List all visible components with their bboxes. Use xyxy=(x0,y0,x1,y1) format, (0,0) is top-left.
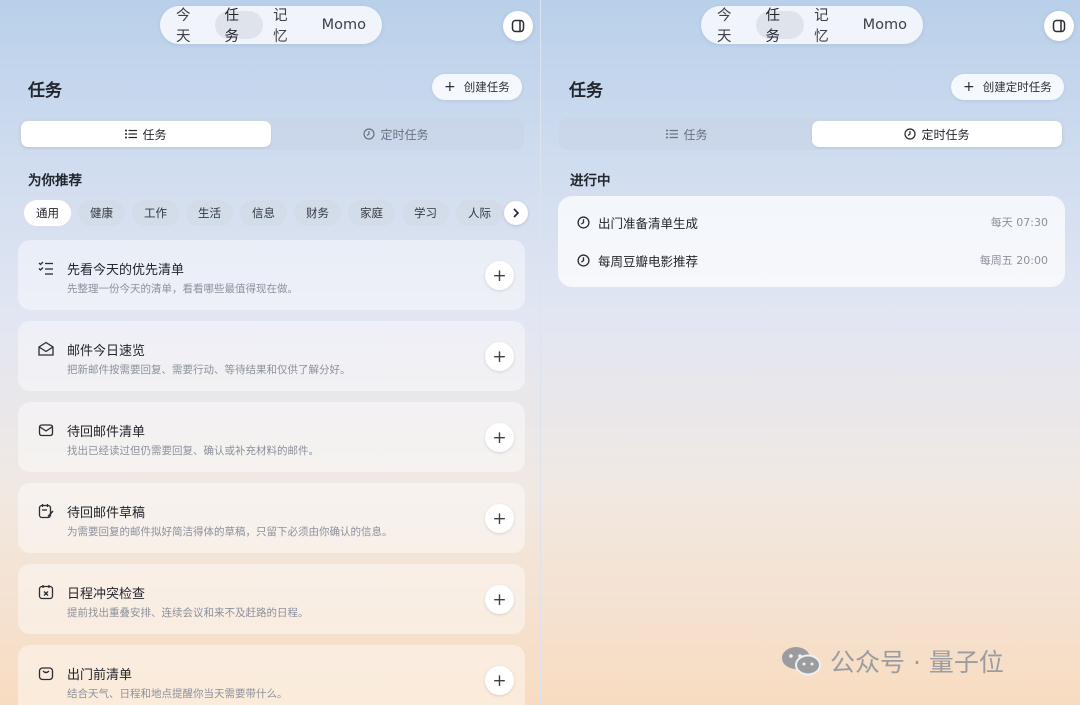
chip-social[interactable]: 人际 xyxy=(456,200,503,226)
recommend-card[interactable]: 日程冲突检查 提前找出重叠安排、连续会议和来不及赶路的日程。 + xyxy=(18,564,525,634)
nav-tab-momo[interactable]: Momo xyxy=(853,11,917,39)
chip-health[interactable]: 健康 xyxy=(78,200,125,226)
nav-tab-memory[interactable]: 记忆 xyxy=(804,8,853,45)
sidebar-toggle-icon xyxy=(511,19,525,33)
chip-info[interactable]: 信息 xyxy=(240,200,287,226)
segment-scheduled-label: 定时任务 xyxy=(921,127,970,142)
running-task-schedule: 每天 07:30 xyxy=(990,216,1048,229)
category-chips: 通用 健康 工作 生活 信息 财务 家庭 学习 人际 xyxy=(24,200,504,226)
task-type-segment: 任务 定时任务 xyxy=(559,118,1065,150)
create-task-button[interactable]: + 创建任务 xyxy=(432,74,522,100)
card-title: 日程冲突检查 xyxy=(67,587,146,602)
card-description: 找出已经读过但仍需要回复、确认或补充材料的邮件。 xyxy=(67,445,319,457)
running-task-schedule: 每周五 20:00 xyxy=(979,254,1048,267)
card-title: 邮件今日速览 xyxy=(67,344,146,359)
recommend-card[interactable]: 待回邮件清单 找出已经读过但仍需要回复、确认或补充材料的邮件。 + xyxy=(18,402,525,472)
top-navigation: 今天 任务 记忆 Momo xyxy=(160,6,382,45)
card-title: 先看今天的优先清单 xyxy=(67,263,185,278)
card-description: 提前找出重叠安排、连续会议和来不及赶路的日程。 xyxy=(67,607,309,619)
list-icon xyxy=(666,129,679,139)
task-type-segment: 任务 定时任务 xyxy=(18,118,524,150)
add-task-button[interactable]: + xyxy=(485,504,514,533)
chip-study[interactable]: 学习 xyxy=(402,200,449,226)
recommend-card[interactable]: 先看今天的优先清单 先整理一份今天的清单，看看哪些最值得现在做。 + xyxy=(18,240,525,310)
mail-open-icon xyxy=(38,341,54,357)
plus-icon: + xyxy=(963,79,975,95)
nav-tab-tasks[interactable]: 任务 xyxy=(755,8,805,45)
nav-tab-today[interactable]: 今天 xyxy=(166,8,215,45)
chip-general[interactable]: 通用 xyxy=(24,200,71,226)
tasks-panel-right: 今天 任务 记忆 Momo 任务 + 创建定时任务 任务 定时任务 进行中 出门… xyxy=(540,0,1080,705)
chip-work[interactable]: 工作 xyxy=(132,200,179,226)
clock-icon xyxy=(577,215,590,229)
running-task-name: 每周豆瓣电影推荐 xyxy=(598,253,699,269)
nav-tab-memory[interactable]: 记忆 xyxy=(263,8,312,45)
add-task-button[interactable]: + xyxy=(485,423,514,452)
top-navigation: 今天 任务 记忆 Momo xyxy=(701,6,923,45)
clock-icon xyxy=(577,253,590,267)
create-task-label: 创建任务 xyxy=(463,80,510,94)
card-title: 待回邮件清单 xyxy=(67,425,146,440)
segment-scheduled[interactable]: 定时任务 xyxy=(812,121,1062,147)
bag-icon xyxy=(38,665,54,681)
recommend-card[interactable]: 出门前清单 结合天气、日程和地点提醒你当天需要带什么。 + xyxy=(18,645,525,705)
create-scheduled-task-label: 创建定时任务 xyxy=(982,80,1052,94)
nav-tab-tasks[interactable]: 任务 xyxy=(214,8,264,45)
chevron-right-icon xyxy=(513,208,520,218)
nav-tab-momo[interactable]: Momo xyxy=(312,11,376,39)
plus-icon: + xyxy=(444,79,456,95)
segment-scheduled[interactable]: 定时任务 xyxy=(271,121,521,147)
sidebar-toggle-button[interactable] xyxy=(503,11,533,41)
segment-tasks[interactable]: 任务 xyxy=(562,121,812,147)
page-title: 任务 xyxy=(28,81,62,101)
tasks-panel-left: 今天 任务 记忆 Momo 任务 + 创建任务 任务 定时任务 为你推荐 通用 … xyxy=(0,0,540,705)
card-description: 结合天气、日程和地点提醒你当天需要带什么。 xyxy=(67,688,288,700)
sidebar-toggle-button[interactable] xyxy=(1044,11,1074,41)
mail-icon xyxy=(38,422,54,438)
add-task-button[interactable]: + xyxy=(485,342,514,371)
running-tasks-card: 出门准备清单生成 每天 07:30 每周豆瓣电影推荐 每周五 20:00 xyxy=(558,196,1065,287)
recommend-card[interactable]: 邮件今日速览 把新邮件按需要回复、需要行动、等待结果和仅供了解分好。 + xyxy=(18,321,525,391)
clock-icon xyxy=(904,128,917,140)
chip-life[interactable]: 生活 xyxy=(186,200,233,226)
card-title: 出门前清单 xyxy=(67,668,133,683)
recommend-section-title: 为你推荐 xyxy=(28,173,82,189)
sidebar-toggle-icon xyxy=(1052,19,1066,33)
card-description: 先整理一份今天的清单，看看哪些最值得现在做。 xyxy=(67,283,298,295)
chip-finance[interactable]: 财务 xyxy=(294,200,341,226)
card-description: 为需要回复的邮件拟好简洁得体的草稿，只留下必须由你确认的信息。 xyxy=(67,526,393,538)
segment-tasks[interactable]: 任务 xyxy=(21,121,271,147)
card-title: 待回邮件草稿 xyxy=(67,506,146,521)
page-title: 任务 xyxy=(569,81,603,101)
running-task-name: 出门准备清单生成 xyxy=(598,215,699,231)
add-task-button[interactable]: + xyxy=(485,585,514,614)
create-scheduled-task-button[interactable]: + 创建定时任务 xyxy=(951,74,1064,100)
segment-tasks-label: 任务 xyxy=(142,127,167,142)
watermark: 公众号 · 量子位 xyxy=(780,642,1004,680)
checklist-icon xyxy=(38,260,54,276)
watermark-text: 公众号 · 量子位 xyxy=(830,648,1004,677)
segment-tasks-label: 任务 xyxy=(683,127,708,142)
segment-scheduled-label: 定时任务 xyxy=(380,127,429,142)
clock-icon xyxy=(363,128,376,140)
list-icon xyxy=(125,129,138,139)
nav-tab-today[interactable]: 今天 xyxy=(707,8,756,45)
add-task-button[interactable]: + xyxy=(485,261,514,290)
wechat-icon xyxy=(780,645,822,677)
chips-scroll-right-button[interactable] xyxy=(504,201,528,225)
running-section-title: 进行中 xyxy=(570,173,611,189)
calendar-conflict-icon xyxy=(38,584,54,600)
card-description: 把新邮件按需要回复、需要行动、等待结果和仅供了解分好。 xyxy=(67,364,351,376)
draft-edit-icon xyxy=(38,503,54,519)
chip-family[interactable]: 家庭 xyxy=(348,200,395,226)
add-task-button[interactable]: + xyxy=(485,666,514,695)
recommend-card[interactable]: 待回邮件草稿 为需要回复的邮件拟好简洁得体的草稿，只留下必须由你确认的信息。 + xyxy=(18,483,525,553)
running-task-row[interactable]: 出门准备清单生成 每天 07:30 xyxy=(558,207,1065,237)
running-task-row[interactable]: 每周豆瓣电影推荐 每周五 20:00 xyxy=(558,245,1065,275)
